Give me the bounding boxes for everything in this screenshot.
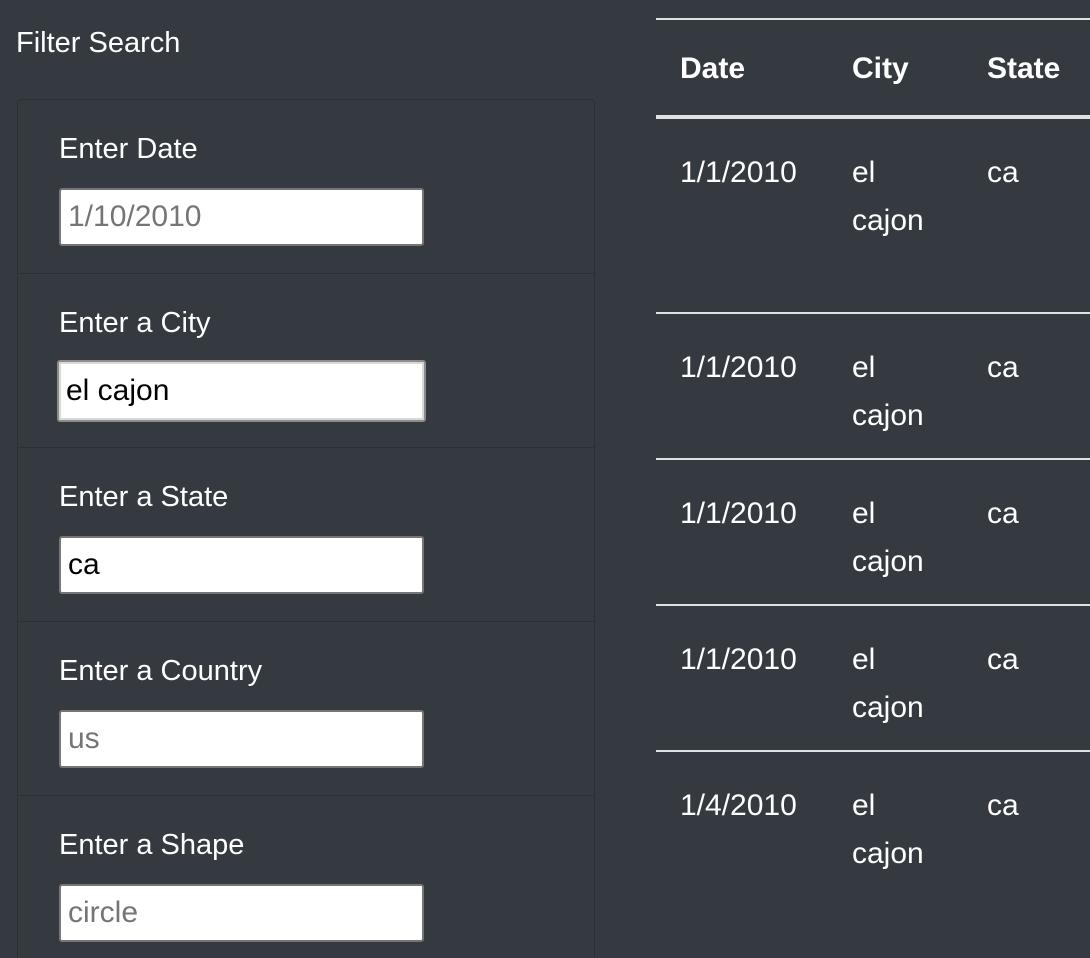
table-row: 1/4/2010 el cajon ca	[656, 752, 1090, 896]
cell-city: el cajon	[852, 643, 924, 724]
table-row: 1/1/2010 el cajon ca	[656, 460, 1090, 604]
cell-state: ca	[987, 497, 1019, 530]
cell-state: ca	[987, 643, 1019, 676]
cell-date: 1/4/2010	[680, 789, 797, 822]
shape-input[interactable]	[59, 884, 424, 942]
cell-city: el cajon	[852, 497, 924, 578]
results-table: Date City State 1/1/2010 el cajon ca 1/1…	[656, 18, 1090, 896]
country-input[interactable]	[59, 710, 424, 768]
filter-group-state: Enter a State	[18, 448, 594, 622]
state-input[interactable]	[59, 536, 424, 594]
cell-city: el cajon	[852, 789, 924, 870]
cell-date: 1/1/2010	[680, 351, 797, 384]
date-input[interactable]	[59, 188, 424, 246]
cell-state: ca	[987, 351, 1019, 384]
cell-date: 1/1/2010	[680, 497, 797, 530]
date-label: Enter Date	[59, 133, 198, 165]
filter-group-city: Enter a City	[18, 274, 594, 448]
country-label: Enter a Country	[59, 655, 263, 687]
cell-date: 1/1/2010	[680, 156, 797, 189]
table-header: Date City State	[656, 20, 1090, 117]
column-header-date: Date	[680, 52, 746, 85]
filter-panel: Enter Date Enter a City Enter a State En…	[17, 99, 595, 958]
cell-state: ca	[987, 789, 1019, 822]
cell-city: el cajon	[852, 351, 924, 432]
city-label: Enter a City	[59, 307, 211, 339]
city-input[interactable]	[57, 360, 426, 422]
filter-group-shape: Enter a Shape	[18, 796, 594, 958]
column-header-city: City	[852, 52, 909, 85]
filter-group-country: Enter a Country	[18, 622, 594, 796]
shape-label: Enter a Shape	[59, 829, 245, 861]
cell-state: ca	[987, 156, 1019, 189]
cell-date: 1/1/2010	[680, 643, 797, 676]
table-row: 1/1/2010 el cajon ca	[656, 606, 1090, 750]
column-header-state: State	[987, 52, 1061, 85]
filter-title: Filter Search	[16, 27, 181, 59]
cell-city: el cajon	[852, 156, 924, 237]
state-label: Enter a State	[59, 481, 229, 513]
table-row: 1/1/2010 el cajon ca	[656, 119, 1090, 312]
table-row: 1/1/2010 el cajon ca	[656, 314, 1090, 458]
page: Filter Search Enter Date Enter a City En…	[0, 0, 1090, 958]
filter-group-date: Enter Date	[18, 100, 594, 274]
